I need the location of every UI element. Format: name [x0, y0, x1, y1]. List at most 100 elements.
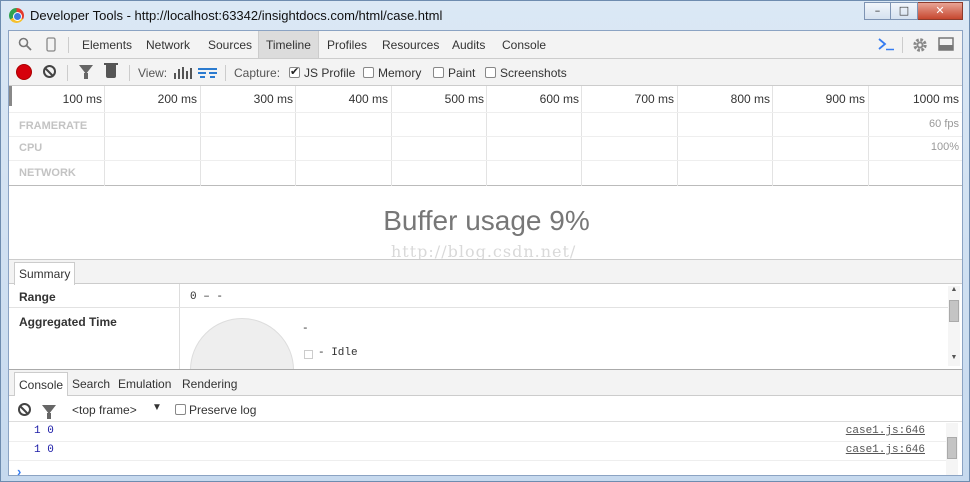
divider	[67, 65, 68, 81]
network-label: NETWORK	[19, 167, 76, 179]
divider	[129, 65, 130, 81]
tick-label: 400 ms	[348, 92, 388, 106]
console-drawer-icon[interactable]	[877, 37, 894, 53]
clear-icon[interactable]	[43, 65, 56, 78]
cpu-row: CPU 100%	[9, 136, 962, 159]
js-profile-label: JS Profile	[304, 66, 356, 80]
preserve-log-checkbox[interactable]	[175, 404, 186, 415]
paint-checkbox[interactable]	[433, 67, 444, 78]
tick-label: 800 ms	[730, 92, 770, 106]
overview-window-handle[interactable]	[9, 86, 12, 106]
flame-chart-icon[interactable]	[198, 68, 217, 78]
window-title: Developer Tools - http://localhost:63342…	[30, 8, 443, 23]
range-value: 0 – -	[190, 291, 224, 303]
buffer-usage-area: Buffer usage 9% http://blog.csdn.net/	[9, 187, 962, 261]
chrome-logo-icon	[9, 8, 24, 23]
maximize-icon: □	[898, 4, 910, 17]
gear-icon[interactable]	[912, 37, 928, 53]
search-icon[interactable]	[17, 37, 33, 53]
title-bar: Developer Tools - http://localhost:63342…	[1, 1, 969, 30]
chevron-down-icon[interactable]: ▼	[152, 402, 162, 413]
tab-profiles[interactable]: Profiles	[320, 31, 374, 58]
clear-console-icon[interactable]	[18, 403, 31, 416]
memory-label: Memory	[378, 66, 422, 80]
aggregated-time-pie	[190, 318, 294, 369]
scrollbar-thumb[interactable]	[949, 300, 959, 322]
tab-console[interactable]: Console	[495, 31, 553, 58]
drawer-tab-rendering[interactable]: Rendering	[178, 372, 241, 396]
console-message-text: 1 0	[34, 444, 54, 456]
tab-network[interactable]: Network	[139, 31, 197, 58]
tick-label: 1000 ms	[912, 92, 959, 106]
dock-side-icon[interactable]	[938, 37, 954, 53]
console-source-link[interactable]: case1.js:646	[846, 425, 925, 437]
filter-icon[interactable]	[42, 405, 56, 419]
console-message: 1 0 case1.js:646	[9, 442, 947, 461]
idle-legend-swatch	[304, 350, 313, 359]
preserve-log-label: Preserve log	[189, 403, 257, 417]
drawer-tab-bar: Console Search Emulation Rendering	[9, 369, 962, 396]
summary-scrollbar[interactable]: ▲ ▼	[948, 286, 960, 366]
console-prompt[interactable]: ›	[17, 464, 21, 475]
range-label: Range	[19, 290, 56, 304]
console-toolbar: <top frame> ▼ Preserve log	[9, 396, 962, 422]
tab-audits[interactable]: Audits	[445, 31, 492, 58]
aggregated-total: -	[302, 323, 309, 335]
minimize-icon: –	[874, 4, 881, 17]
capture-label: Capture:	[234, 66, 281, 80]
js-profile-checkbox[interactable]	[289, 65, 300, 78]
trash-icon[interactable]	[104, 63, 118, 78]
cpu-scale: 100%	[930, 141, 959, 153]
tick-label: 100 ms	[62, 92, 102, 106]
console-scrollbar[interactable]	[946, 423, 958, 475]
maximize-button[interactable]: □	[891, 2, 918, 20]
tab-sources[interactable]: Sources	[201, 31, 259, 58]
devtools-client: Elements Network Sources Timeline Profil…	[8, 30, 963, 476]
tick-label: 700 ms	[634, 92, 674, 106]
filter-icon[interactable]	[79, 65, 93, 79]
summary-pane: Range 0 – - Aggregated Time - - Idle ▲ ▼	[9, 284, 962, 369]
console-message-text: 1 0	[34, 425, 54, 437]
divider	[225, 65, 226, 81]
cpu-label: CPU	[19, 142, 43, 154]
devtools-window: Developer Tools - http://localhost:63342…	[0, 0, 970, 482]
view-label: View:	[138, 66, 168, 80]
drawer-tab-console[interactable]: Console	[14, 372, 69, 396]
tab-timeline[interactable]: Timeline	[258, 31, 319, 58]
divider	[902, 37, 903, 53]
tab-elements[interactable]: Elements	[75, 31, 139, 58]
device-mode-icon[interactable]	[43, 37, 59, 53]
tick-label: 900 ms	[825, 92, 865, 106]
network-row: NETWORK	[9, 160, 962, 183]
panel-tab-bar: Elements Network Sources Timeline Profil…	[9, 31, 962, 59]
record-button[interactable]	[17, 65, 31, 79]
console-source-link[interactable]: case1.js:646	[846, 444, 925, 456]
row-divider	[9, 307, 949, 308]
console-message: 1 0 case1.js:646	[9, 423, 947, 442]
screenshots-checkbox[interactable]	[485, 67, 496, 78]
tick-label: 300 ms	[253, 92, 293, 106]
framerate-row: FRAMERATE 60 fps	[9, 112, 962, 135]
tab-resources[interactable]: Resources	[375, 31, 446, 58]
scroll-up-icon[interactable]: ▲	[948, 286, 960, 293]
scrollbar-thumb[interactable]	[947, 437, 957, 459]
close-icon: ✕	[935, 4, 945, 17]
details-tab-bar: Summary	[9, 259, 962, 285]
drawer-tab-search[interactable]: Search	[68, 372, 114, 396]
divider	[68, 37, 69, 53]
column-divider	[179, 284, 180, 369]
memory-checkbox[interactable]	[363, 67, 374, 78]
timeline-overview[interactable]: 100 ms 200 ms 300 ms 400 ms 500 ms 600 m…	[9, 86, 962, 186]
drawer-tab-emulation[interactable]: Emulation	[114, 372, 175, 396]
tick-label: 500 ms	[444, 92, 484, 106]
tick-label: 600 ms	[539, 92, 579, 106]
minimize-button[interactable]: –	[864, 2, 891, 20]
buffer-usage-text: Buffer usage 9%	[383, 205, 590, 236]
paint-label: Paint	[448, 66, 476, 80]
tab-summary[interactable]: Summary	[14, 262, 76, 285]
scroll-down-icon[interactable]: ▼	[948, 354, 960, 361]
events-view-icon[interactable]	[174, 67, 192, 79]
frame-select[interactable]: <top frame>	[72, 403, 137, 417]
close-button[interactable]: ✕	[918, 2, 963, 20]
idle-legend-label: - Idle	[318, 347, 358, 359]
